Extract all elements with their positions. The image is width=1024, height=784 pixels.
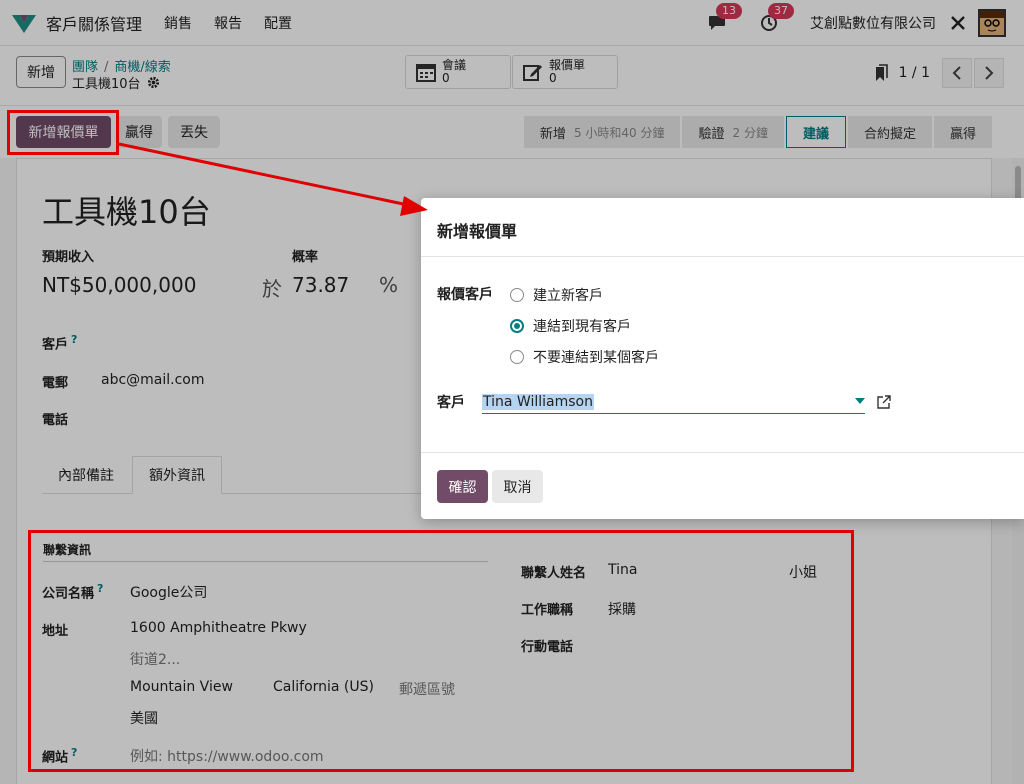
dialog-footer: 確認 取消 xyxy=(421,452,1024,519)
customer-select-value[interactable]: Tina Williamson xyxy=(482,393,594,410)
quote-customer-label: 報價客戶 xyxy=(437,287,493,303)
radio-button[interactable] xyxy=(510,288,524,302)
radio-button-checked[interactable] xyxy=(510,319,524,333)
external-link-icon[interactable] xyxy=(876,394,892,410)
option-create-customer[interactable]: 建立新客戶 xyxy=(510,285,603,305)
option-link-existing[interactable]: 連結到現有客戶 xyxy=(510,316,631,336)
new-quotation-dialog: 新增報價單 報價客戶 建立新客戶 連結到現有客戶 不要連結到某個客戶 客戶 Ti… xyxy=(421,198,1024,519)
option-label: 不要連結到某個客戶 xyxy=(533,350,659,366)
chevron-down-icon[interactable] xyxy=(855,398,865,404)
customer-field-label: 客戶 xyxy=(437,395,465,411)
dialog-title: 新增報價單 xyxy=(437,222,518,241)
customer-select[interactable]: Tina Williamson xyxy=(482,390,865,414)
highlight-contact-info xyxy=(28,530,854,772)
radio-button[interactable] xyxy=(510,350,524,364)
option-label: 建立新客戶 xyxy=(533,288,603,304)
option-label: 連結到現有客戶 xyxy=(533,319,631,335)
highlight-new-quotation xyxy=(7,110,119,155)
cancel-button[interactable]: 取消 xyxy=(492,470,543,503)
confirm-button[interactable]: 確認 xyxy=(437,470,488,503)
option-no-link[interactable]: 不要連結到某個客戶 xyxy=(510,347,659,367)
dialog-header: 新增報價單 xyxy=(421,198,1024,257)
